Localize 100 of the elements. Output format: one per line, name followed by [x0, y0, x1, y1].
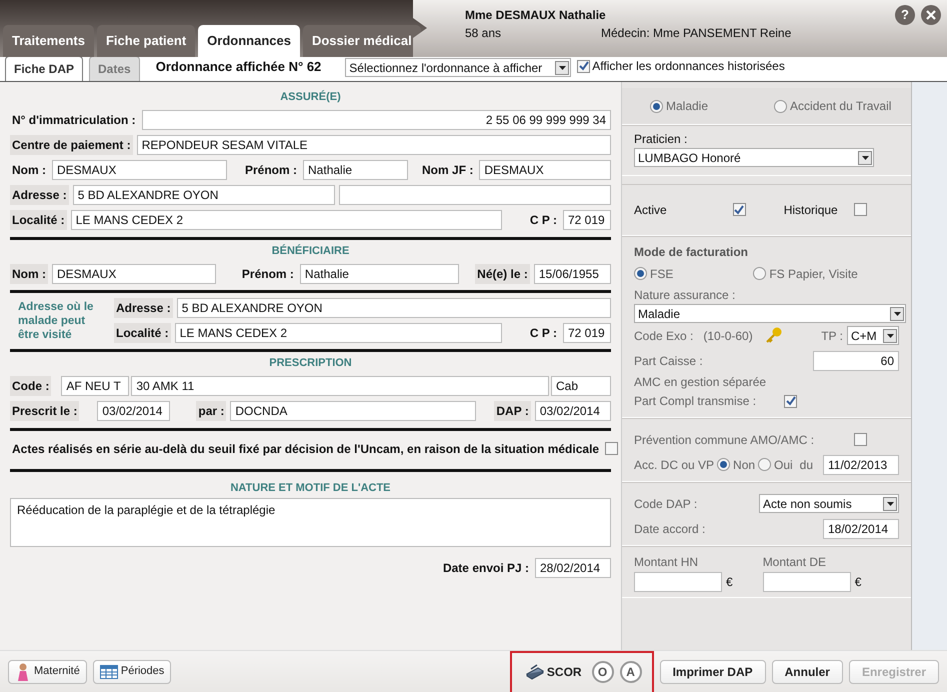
radio-label: FS Papier, Visite: [769, 266, 858, 282]
field-label: Nature assurance :: [634, 288, 736, 302]
dropdown[interactable]: LUMBAGO Honoré: [634, 148, 874, 167]
text-field[interactable]: 2 55 06 99 999 999 34: [142, 110, 611, 130]
tab[interactable]: Ordonnances: [198, 24, 300, 57]
patient-age: 58 ans: [465, 25, 502, 42]
field-label: C P :: [528, 324, 558, 342]
text-field[interactable]: 60: [813, 350, 899, 370]
text-field[interactable]: 15/06/1955: [534, 264, 611, 284]
field-label: Code :: [10, 376, 52, 396]
field-label: Prénom :: [244, 162, 298, 179]
checkbox[interactable]: [577, 60, 590, 72]
text-field[interactable]: Nathalie: [300, 264, 460, 284]
field-label: Part Compl transmise :: [634, 393, 756, 410]
text-field[interactable]: LE MANS CEDEX 2: [174, 322, 502, 342]
checkbox[interactable]: [854, 433, 868, 446]
text-field[interactable]: 72 019: [563, 322, 611, 342]
text-field[interactable]: DOCNDA: [230, 401, 476, 421]
text-field[interactable]: 03/02/2014: [534, 401, 611, 421]
action-button[interactable]: Annuler: [772, 660, 843, 684]
radio-label: Maladie: [666, 98, 708, 115]
text-field[interactable]: 18/02/2014: [823, 518, 899, 538]
radio-button[interactable]: [753, 267, 766, 280]
text-field[interactable]: LE MANS CEDEX 2: [70, 210, 502, 230]
dropdown[interactable]: C+M: [847, 326, 899, 345]
checkbox[interactable]: [605, 442, 618, 455]
currency-label: €: [726, 574, 733, 591]
scor-button[interactable]: SCOR: [522, 660, 586, 684]
radio-label: Oui: [774, 456, 793, 474]
radio-button[interactable]: [717, 458, 730, 471]
text-field[interactable]: AF NEU T: [61, 376, 130, 396]
circle-button[interactable]: A: [620, 660, 642, 682]
text-field[interactable]: 30 AMK 11: [131, 376, 549, 396]
field-label: Adresse :: [114, 298, 173, 318]
checkbox[interactable]: [854, 203, 867, 216]
section-title: Mode de facturation: [634, 244, 750, 261]
ordonnance-title: Ordonnance affichée N° 62: [154, 58, 322, 76]
checkbox[interactable]: [784, 394, 798, 408]
tab[interactable]: Fiche patient: [96, 24, 196, 57]
caret-icon: [558, 66, 566, 70]
section-title: ASSURÉ(E): [279, 89, 342, 105]
field-label: Date envoi PJ :: [442, 560, 530, 576]
field-label: Localité :: [10, 210, 67, 230]
tab[interactable]: Traitements: [3, 24, 94, 57]
field-label: Code Exo :: [634, 328, 694, 344]
field-label: Centre de paiement :: [10, 135, 133, 155]
text-field[interactable]: Nathalie: [303, 160, 408, 180]
text-field[interactable]: 11/02/2013: [823, 454, 899, 474]
text-field[interactable]: 72 019: [563, 210, 611, 230]
footer-button[interactable]: Périodes: [92, 660, 172, 684]
field-label: Part Caisse :: [634, 352, 703, 370]
field-label: N° d'immatriculation :: [11, 112, 137, 129]
dropdown[interactable]: Sélectionnez l'ordonnance à afficher: [345, 58, 572, 77]
field-label: Code DAP :: [634, 496, 698, 512]
text-field[interactable]: [762, 572, 851, 592]
action-button[interactable]: Imprimer DAP: [660, 660, 766, 684]
text-field[interactable]: [338, 185, 611, 205]
field-label: Acc. DC ou VP: [634, 456, 714, 474]
tab[interactable]: Fiche DAP: [5, 56, 84, 81]
patient-name: Mme DESMAUX Nathalie: [465, 7, 606, 24]
field-label: Nom JF :: [421, 162, 474, 179]
text-field[interactable]: DESMAUX: [52, 264, 216, 284]
radio-label: Accident du Travail: [790, 98, 892, 115]
text-area[interactable]: Rééducation de la paraplégie et de la tétraplégie: [10, 498, 611, 547]
checkbox[interactable]: [732, 203, 746, 216]
radio-button[interactable]: [758, 458, 772, 471]
radio-label: Non: [733, 456, 756, 474]
text-field[interactable]: 5 BD ALEXANDRE OYON: [72, 185, 335, 205]
radio-button[interactable]: [650, 100, 663, 112]
text-field[interactable]: 03/02/2014: [97, 401, 170, 421]
radio-button[interactable]: [634, 267, 647, 280]
caret-icon: [886, 502, 894, 506]
dropdown[interactable]: Maladie: [634, 304, 906, 323]
text-field[interactable]: 28/02/2014: [535, 558, 611, 578]
circle-button[interactable]: O: [592, 660, 614, 682]
text-field[interactable]: 5 BD ALEXANDRE OYON: [176, 298, 611, 318]
checkbox-label: Actes réalisés en série au-delà du seuil fixé par décision de l'Uncam, en raison de la situation médicale: [11, 440, 600, 458]
text-field[interactable]: DESMAUX: [479, 160, 611, 180]
radio-button[interactable]: [774, 100, 788, 112]
checkbox-label: Afficher les ordonnances historisées: [592, 58, 785, 75]
text-field[interactable]: [634, 572, 722, 592]
figure-icon: [15, 662, 31, 680]
field-label: Né(e) le :: [475, 264, 530, 284]
check-icon: [786, 396, 796, 406]
text-field[interactable]: Cab: [551, 376, 611, 396]
text-field[interactable]: DESMAUX: [52, 160, 227, 180]
dropdown[interactable]: Acte non soumis: [759, 494, 899, 513]
text-field[interactable]: REPONDEUR SESAM VITALE: [136, 135, 611, 155]
field-label: Praticien :: [634, 131, 688, 148]
checkbox-label: Active: [634, 202, 667, 218]
close-icon: [926, 10, 936, 20]
field-label: Adresse :: [10, 185, 69, 205]
radio-label: FSE: [650, 266, 674, 282]
footer-button[interactable]: Maternité: [8, 660, 87, 684]
field-label: Date accord :: [634, 520, 706, 538]
section-title: PRESCRIPTION: [268, 356, 353, 371]
info-text: AMC en gestion séparée: [634, 374, 768, 391]
section-title: NATURE ET MOTIF DE L'ACTE: [229, 480, 392, 496]
field-label: Prescrit le :: [10, 401, 80, 421]
tab[interactable]: Dossier médical: [302, 24, 421, 57]
